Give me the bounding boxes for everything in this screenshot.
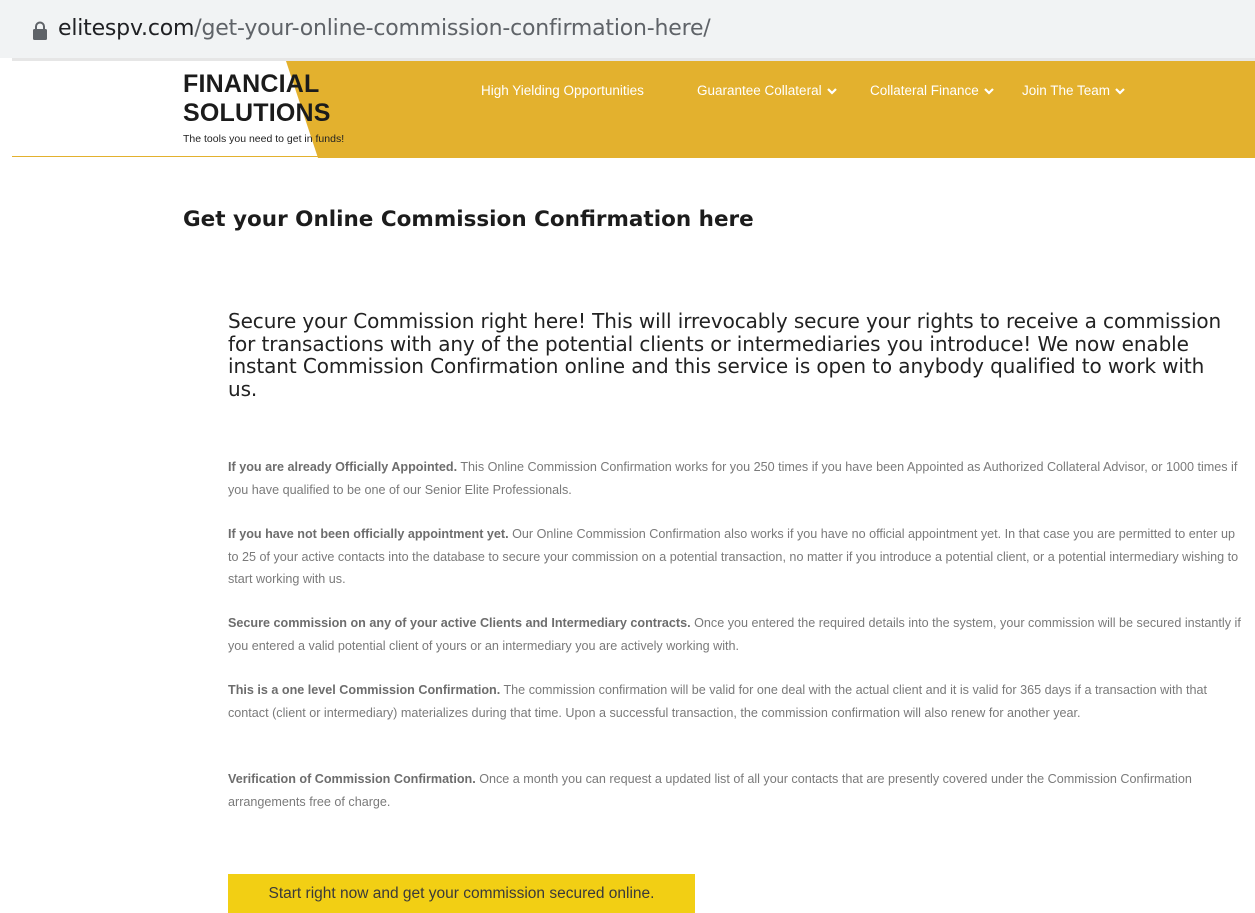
paragraph-heading: If you have not been officially appointm… xyxy=(228,527,509,541)
chevron-down-icon xyxy=(984,88,994,95)
page-title: Get your Online Commission Confirmation … xyxy=(183,207,754,232)
brand-name-line2[interactable]: SOLUTIONS xyxy=(183,99,331,128)
paragraph-heading: Secure commission on any of your active … xyxy=(228,616,691,630)
url-text[interactable]: elitespv.com/get-your-online-commission-… xyxy=(58,14,711,44)
nav-join-the-team[interactable]: Join The Team xyxy=(1022,83,1125,98)
info-paragraph-appointed: If you are already Officially Appointed.… xyxy=(228,456,1243,501)
url-path: /get-your-online-commission-confirmation… xyxy=(194,16,711,41)
brand-name-line1[interactable]: FINANCIAL xyxy=(183,70,320,99)
chevron-down-icon xyxy=(826,88,837,95)
start-now-button[interactable]: Start right now and get your commission … xyxy=(228,874,695,913)
info-paragraph-one-level: This is a one level Commission Confirmat… xyxy=(228,679,1243,724)
brand-tagline: The tools you need to get in funds! xyxy=(183,133,345,145)
info-paragraph-not-appointed: If you have not been officially appointm… xyxy=(228,523,1243,591)
nav-label: High Yielding Opportunities xyxy=(481,83,644,98)
lock-icon xyxy=(33,21,47,40)
nav-label: Guarantee Collateral xyxy=(697,83,822,98)
browser-url-bar[interactable]: elitespv.com/get-your-online-commission-… xyxy=(0,0,1255,58)
info-paragraph-secure-commission: Secure commission on any of your active … xyxy=(228,612,1243,657)
lead-paragraph: Secure your Commission right here! This … xyxy=(228,309,1222,401)
chevron-down-icon xyxy=(1115,88,1125,95)
nav-collateral-finance[interactable]: Collateral Finance xyxy=(870,83,994,98)
nav-label: Collateral Finance xyxy=(870,83,979,98)
nav-guarantee-collateral[interactable]: Guarantee Collateral xyxy=(697,83,837,98)
paragraph-heading: Verification of Commission Confirmation. xyxy=(228,772,476,786)
paragraph-heading: If you are already Officially Appointed. xyxy=(228,460,458,474)
info-paragraph-verification: Verification of Commission Confirmation.… xyxy=(228,768,1243,813)
nav-high-yielding-opportunities[interactable]: High Yielding Opportunities xyxy=(481,83,644,98)
paragraph-heading: This is a one level Commission Confirmat… xyxy=(228,683,501,697)
nav-label: Join The Team xyxy=(1022,83,1111,98)
site-header: FINANCIAL SOLUTIONS The tools you need t… xyxy=(0,58,1255,158)
header-top-divider xyxy=(12,58,1255,61)
url-domain: elitespv.com xyxy=(58,16,195,41)
header-bottom-line xyxy=(12,156,612,157)
